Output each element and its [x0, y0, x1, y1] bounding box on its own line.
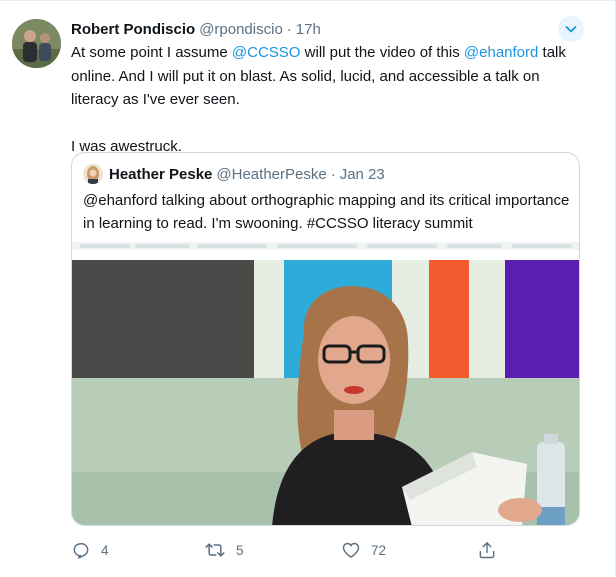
author-avatar[interactable]: [12, 19, 61, 68]
like-count: 72: [371, 542, 387, 558]
like-button[interactable]: 72: [341, 538, 386, 562]
quoted-tweet-photo[interactable]: [72, 242, 579, 525]
separator-dot: ·: [286, 20, 292, 38]
separator-dot: ·: [330, 165, 336, 183]
quoted-author-handle: @HeatherPeske: [216, 165, 327, 183]
more-options-button[interactable]: [558, 16, 584, 42]
share-icon: [479, 542, 495, 559]
quoted-author-name: Heather Peske: [109, 165, 213, 183]
retweet-count: 5: [236, 542, 244, 558]
reply-button[interactable]: 4: [71, 538, 109, 562]
retweet-button[interactable]: 5: [204, 538, 244, 562]
reply-icon: [73, 543, 89, 559]
mention-link[interactable]: @ehanford: [464, 44, 538, 61]
quoted-author-avatar: [83, 164, 103, 184]
tweet-text: At some point I assume @CCSSO will put t…: [71, 41, 591, 158]
chevron-down-icon: [565, 26, 577, 33]
tweet-time[interactable]: 17h: [296, 21, 321, 38]
tweet-actions: 4 5 72: [71, 538, 511, 562]
quoted-date: Jan 23: [339, 165, 385, 183]
tweet-header: Robert Pondiscio @rpondiscio · 17h: [71, 19, 575, 39]
retweet-icon: [205, 543, 225, 557]
text-segment: will put the video of this: [300, 44, 464, 61]
tweet[interactable]: Robert Pondiscio @rpondiscio · 17h At so…: [0, 0, 616, 577]
author-name[interactable]: Robert Pondiscio: [71, 21, 195, 38]
author-handle[interactable]: @rpondiscio: [199, 21, 283, 38]
quoted-tweet-text: @ehanford talking about orthographic map…: [83, 192, 570, 232]
text-segment: At some point I assume: [71, 44, 232, 61]
like-icon: [342, 542, 360, 558]
mention-link[interactable]: @CCSSO: [232, 44, 301, 61]
tweet-paragraph-1: At some point I assume @CCSSO will put t…: [71, 41, 591, 112]
reply-count: 4: [101, 542, 109, 558]
quoted-tweet[interactable]: Heather Peske @HeatherPeske · Jan 23 @eh…: [71, 152, 580, 526]
share-button[interactable]: [477, 538, 497, 562]
quoted-tweet-header: Heather Peske @HeatherPeske · Jan 23: [83, 163, 385, 185]
